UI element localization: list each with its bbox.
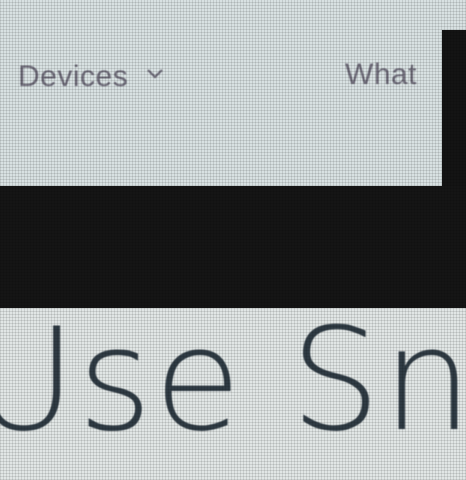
page-heading: Use Snip [0, 308, 466, 463]
devices-menu-label: Devices [18, 60, 129, 93]
whats-new-label: What [345, 58, 418, 91]
top-navigation-bar: Devices What [0, 0, 442, 186]
nav-edge [442, 0, 466, 30]
main-content: Use Snip [0, 308, 466, 480]
devices-menu[interactable]: Devices [18, 58, 166, 94]
dark-banner-band [0, 186, 466, 308]
chevron-down-icon [144, 58, 166, 80]
whats-new-link[interactable]: What [345, 58, 417, 92]
